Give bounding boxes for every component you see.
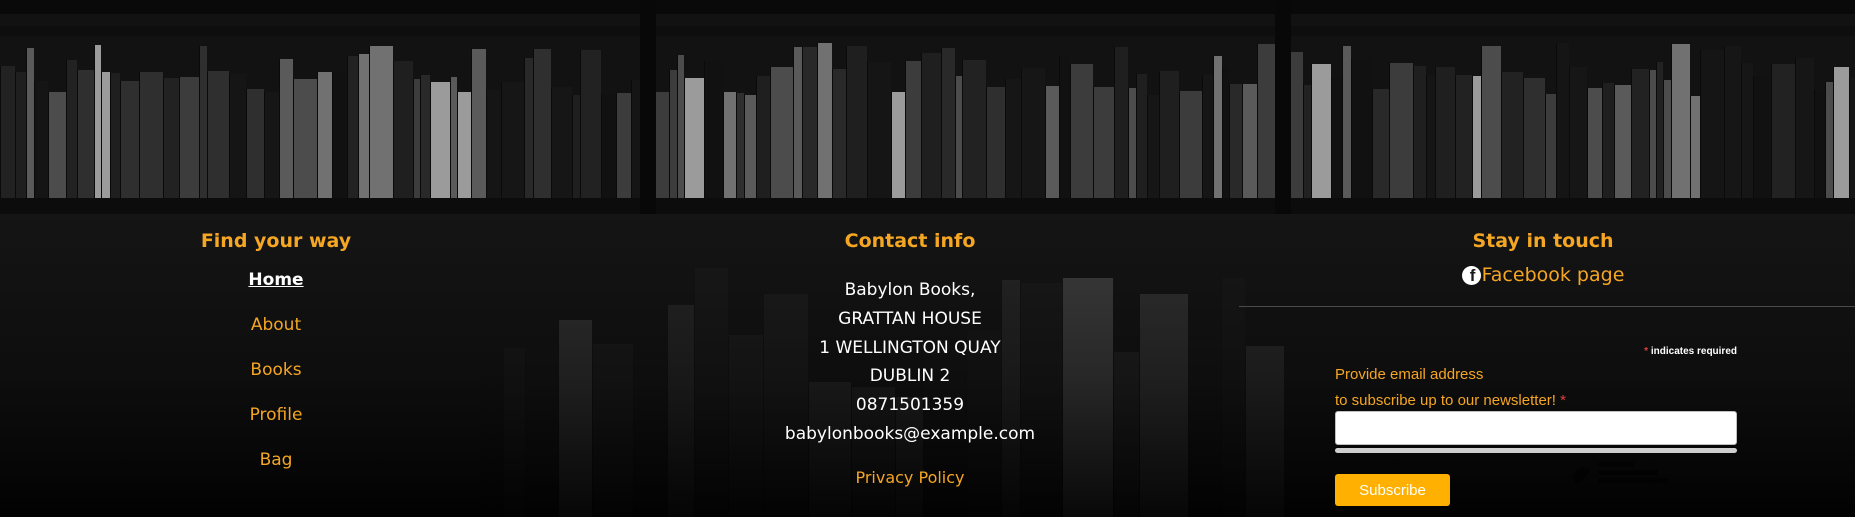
required-star: * <box>1644 346 1649 357</box>
email-label-text: to subscribe up to our newsletter! <box>1335 392 1556 409</box>
email-input[interactable] <box>1335 411 1737 445</box>
email-required-star: * <box>1560 392 1566 409</box>
nav-link-profile[interactable]: Profile <box>143 405 409 425</box>
required-note-text: indicates required <box>1650 346 1737 357</box>
email-input-underline <box>1335 448 1737 453</box>
privacy-policy-link[interactable]: Privacy Policy <box>710 468 1110 487</box>
facebook-link[interactable]: f Facebook page <box>1300 264 1786 286</box>
footer-divider <box>1239 306 1855 307</box>
site-footer: Find your way Home About Books Profile B… <box>0 214 1855 517</box>
mailchimp-badge-icon <box>1572 462 1668 484</box>
contact-address-line-2: 1 WELLINGTON QUAY <box>819 338 1001 358</box>
contact-phone: 0871501359 <box>855 395 965 415</box>
contact-name: Babylon Books, <box>844 280 976 300</box>
nav-link-bag[interactable]: Bag <box>143 450 409 470</box>
facebook-icon: f <box>1461 265 1481 285</box>
email-label-line-2: to subscribe up to our newsletter! * <box>1335 392 1566 409</box>
contact-email: babylonbooks@example.com <box>784 424 1036 444</box>
nav-link-books[interactable]: Books <box>143 360 409 380</box>
social-heading: Stay in touch <box>1472 230 1614 252</box>
contact-address-line-3: DUBLIN 2 <box>869 366 951 386</box>
nav-link-home[interactable]: Home <box>143 270 409 290</box>
required-note: * indicates required <box>1644 346 1737 357</box>
contact-heading: Contact info <box>844 230 976 252</box>
email-label-line-1: Provide email address <box>1335 366 1484 383</box>
nav-heading: Find your way <box>200 230 352 252</box>
nav-link-about[interactable]: About <box>143 315 409 335</box>
contact-address-line-1: GRATTAN HOUSE <box>838 309 982 329</box>
facebook-label: Facebook page <box>1481 264 1625 286</box>
subscribe-button[interactable]: Subscribe <box>1335 474 1450 506</box>
